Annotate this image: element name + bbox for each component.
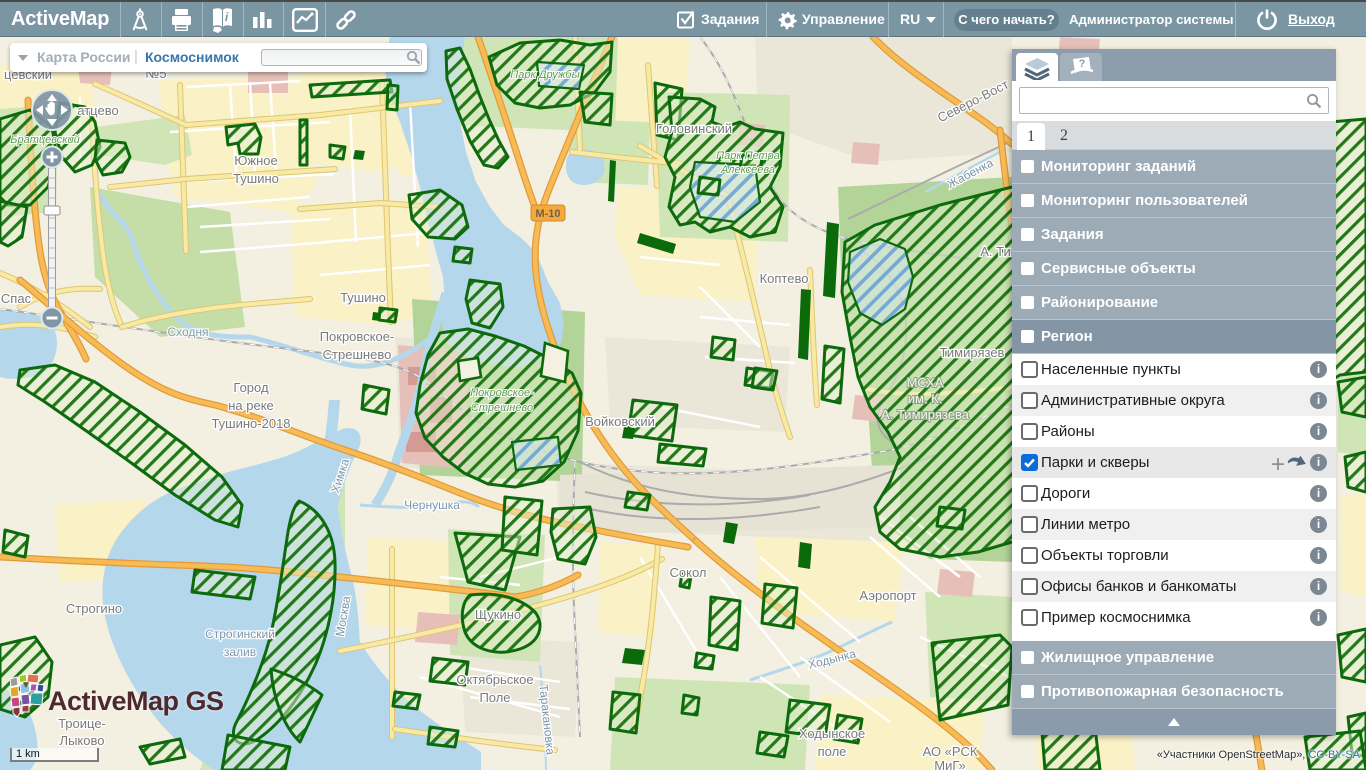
svg-text:Южное: Южное: [234, 153, 277, 168]
svg-text:Строгинский: Строгинский: [205, 627, 275, 641]
svg-text:Алексеева: Алексеева: [720, 164, 775, 176]
svg-text:Тушино: Тушино: [340, 290, 386, 305]
svg-text:Стрешнево: Стрешнево: [471, 402, 533, 414]
svg-text:Октябрьское: Октябрьское: [456, 672, 533, 687]
svg-text:Парк Дружбы: Парк Дружбы: [510, 69, 579, 81]
svg-text:Коптево: Коптево: [760, 271, 809, 286]
svg-text:Стрешнево: Стрешнево: [323, 347, 392, 362]
svg-text:АО «РСК: АО «РСК: [923, 744, 978, 759]
svg-text:Щукино: Щукино: [475, 607, 521, 622]
svg-text:Ходынское: Ходынское: [799, 726, 865, 741]
svg-text:Тушино-2018: Тушино-2018: [211, 416, 290, 431]
svg-text:Строгино: Строгино: [66, 601, 122, 616]
svg-text:МиГ»: МиГ»: [934, 758, 966, 770]
svg-text:Лыково: Лыково: [60, 733, 105, 748]
svg-text:атцево: атцево: [77, 103, 118, 118]
svg-text:на реке: на реке: [228, 398, 274, 413]
svg-text:Троице-: Троице-: [58, 716, 106, 731]
svg-text:поле: поле: [818, 744, 847, 759]
svg-text:залив: залив: [224, 645, 256, 659]
svg-text:Войковский: Войковский: [585, 414, 655, 429]
svg-text:Поле: Поле: [479, 690, 510, 705]
svg-text:Головинский: Головинский: [656, 121, 732, 136]
svg-text:им. К.: им. К.: [908, 391, 943, 406]
svg-text:А. Тимирязева: А. Тимирязева: [881, 407, 970, 422]
svg-text:Покровское-: Покровское-: [320, 329, 395, 344]
svg-text:МСХА: МСХА: [907, 375, 944, 390]
svg-text:Аэропорт: Аэропорт: [859, 588, 916, 603]
svg-text:Сокол: Сокол: [670, 565, 707, 580]
svg-text:Чернушка: Чернушка: [404, 498, 460, 512]
svg-text:?: ?: [1079, 58, 1086, 70]
svg-text:М-10: М-10: [535, 208, 560, 220]
svg-text:Тимирязев: Тимирязев: [940, 345, 1005, 360]
svg-text:Парк Петра: Парк Петра: [716, 150, 780, 162]
svg-text:Город: Город: [233, 380, 269, 395]
svg-text:Покровское-: Покровское-: [470, 387, 534, 399]
svg-text:Тушино: Тушино: [233, 171, 279, 186]
svg-text:Сходня: Сходня: [167, 325, 208, 339]
